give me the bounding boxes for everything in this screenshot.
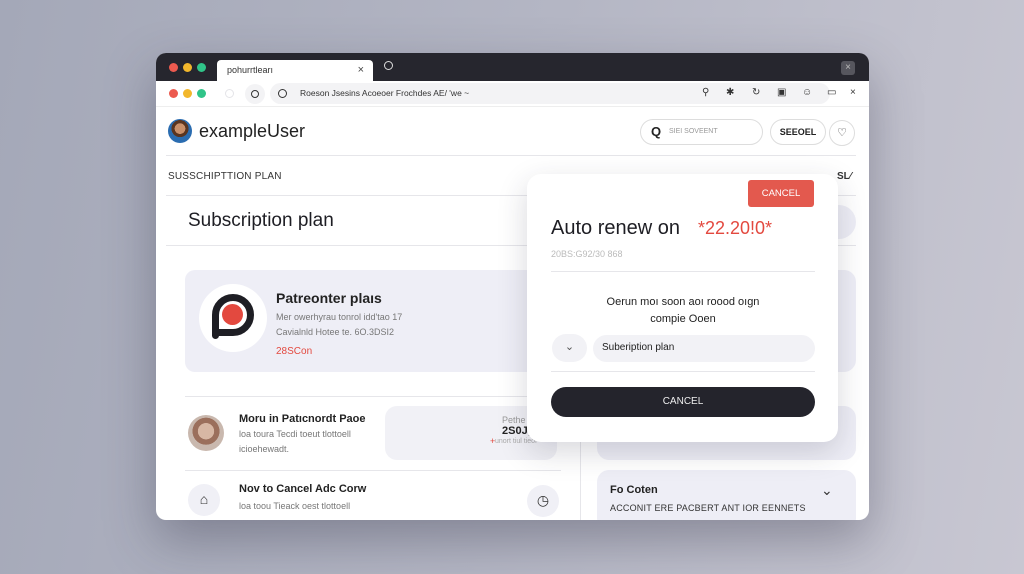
modal-date: 20BS:G92/30 868 xyxy=(551,249,623,259)
search-input[interactable]: Q SIEI SOVEENT xyxy=(640,119,763,145)
modal-body-line1: Oerun moı soon aoı roood oıgn xyxy=(606,296,760,308)
user-avatar[interactable] xyxy=(168,119,192,143)
browser-toolbar: Roeson Jsesins Acoeoer Frochdes AE/ 'we … xyxy=(156,81,869,107)
title-bar: pohurrtlearı × × xyxy=(156,53,869,81)
maximize-window-dot[interactable] xyxy=(197,63,206,72)
plan-select[interactable]: Subeription plan xyxy=(593,335,815,362)
clock-icon[interactable]: ◷ xyxy=(527,485,559,517)
address-text: Roeson Jsesins Acoeoer Frochdes AE/ 'we … xyxy=(300,88,470,98)
divider xyxy=(551,271,815,272)
plan-price: 28SCon xyxy=(276,346,313,357)
plan-desc-line1: Mer owerhyrau tonrol idd'tao 17 xyxy=(276,312,403,322)
divider xyxy=(185,470,561,471)
minimize-window-dot[interactable] xyxy=(183,63,192,72)
extension-icon[interactable]: ✱ xyxy=(726,87,734,99)
faq-sub: ACCONIT ERE PACBERT ANT IOR EENNETS xyxy=(610,503,806,513)
modal-body-line2: compie Ooen xyxy=(650,313,716,325)
app-header: exampleUser Q SIEI SOVEENT SEEOEL ♡ xyxy=(156,107,869,155)
site-info-icon xyxy=(278,89,287,98)
page-title: Subscription plan xyxy=(188,210,334,231)
back-icon[interactable] xyxy=(225,89,234,98)
close-window-dot[interactable] xyxy=(169,63,178,72)
price-label: Pethe xyxy=(502,415,526,425)
yellow-dot-icon xyxy=(183,89,192,98)
list-item-title: Moru in Patıcnordt Paoe xyxy=(239,413,366,425)
list-item-sub: loa toou Tieack oest tlottoell xyxy=(239,501,351,511)
section-label-right: SL⁄ xyxy=(837,171,852,182)
modal-amount: *22.20!0* xyxy=(698,218,773,238)
select-button[interactable]: SEEOEL xyxy=(770,119,826,145)
green-dot-icon xyxy=(197,89,206,98)
browser-tab[interactable]: pohurrtlearı × xyxy=(217,60,373,81)
tab-title: pohurrtlearı xyxy=(227,65,274,75)
cancel-top-button[interactable]: CANCEL xyxy=(748,180,814,207)
cancel-button[interactable]: CANCEL xyxy=(551,387,815,417)
address-bar[interactable]: Roeson Jsesins Acoeoer Frochdes AE/ 'we … xyxy=(270,83,830,104)
forward-icon xyxy=(251,90,259,98)
new-tab-icon[interactable] xyxy=(384,61,393,70)
section-label: SUSSCHIPTTION PLAN xyxy=(168,171,282,182)
chevron-down-icon[interactable]: ⌄ xyxy=(821,482,833,499)
browser-window: pohurrtlearı × × Roeson Jsesins Acoeoer … xyxy=(156,53,869,520)
reload-icon[interactable]: ↻ xyxy=(752,87,760,99)
auto-renew-modal: CANCEL Auto renew on *22.20!0* 20BS:G92/… xyxy=(527,174,838,442)
plan-desc-line2: Cavialnld Hotee te. 6O.3DSI2 xyxy=(276,327,395,337)
red-dot-icon xyxy=(169,89,178,98)
patreon-logo-icon xyxy=(199,284,267,352)
plan-title: Patreonter plaıs xyxy=(276,290,382,306)
divider xyxy=(551,371,815,372)
modal-title: Auto renew on xyxy=(551,217,680,239)
screenshot-icon[interactable]: ▣ xyxy=(777,87,786,99)
window-close-icon[interactable]: × xyxy=(841,61,855,75)
lock-icon: ⌂ xyxy=(188,484,220,516)
logo-dot-shape xyxy=(222,304,243,325)
list-item[interactable]: ⌂ Nov to Cancel Adc Corw loa toou Tieack… xyxy=(185,480,565,520)
list-item-avatar xyxy=(188,415,224,451)
logo-stem-shape xyxy=(212,319,219,339)
faq-title: Fo Coten xyxy=(610,484,658,496)
modal-body: Oerun moı soon aoı roood oıgn compie Ooe… xyxy=(551,294,815,328)
profile-icon[interactable]: ♡ xyxy=(829,120,855,146)
username: exampleUser xyxy=(199,121,306,141)
tab-close-icon[interactable]: × xyxy=(358,64,364,76)
list-item-sub: icioehewadt. xyxy=(239,444,290,454)
zoom-icon[interactable]: ⚲ xyxy=(702,87,709,99)
list-item-title: Nov to Cancel Adc Corw xyxy=(239,483,367,495)
plan-card[interactable]: Patreonter plaıs Mer owerhyrau tonrol id… xyxy=(185,270,545,372)
search-placeholder: SIEI SOVEENT xyxy=(669,128,718,135)
forward-button[interactable] xyxy=(245,84,265,104)
window-icon[interactable]: ▭ xyxy=(827,87,836,99)
chevron-down-icon[interactable]: ⌄ xyxy=(552,334,587,362)
close-icon[interactable]: × xyxy=(850,87,856,99)
list-item-sub: loa toura Tecdi toeut tlottoell xyxy=(239,429,351,439)
divider xyxy=(185,396,565,397)
account-icon[interactable]: ☺ xyxy=(802,87,812,99)
price-note: unort tiul tieor xyxy=(495,438,538,445)
search-icon: Q xyxy=(651,124,662,139)
divider xyxy=(166,155,856,156)
